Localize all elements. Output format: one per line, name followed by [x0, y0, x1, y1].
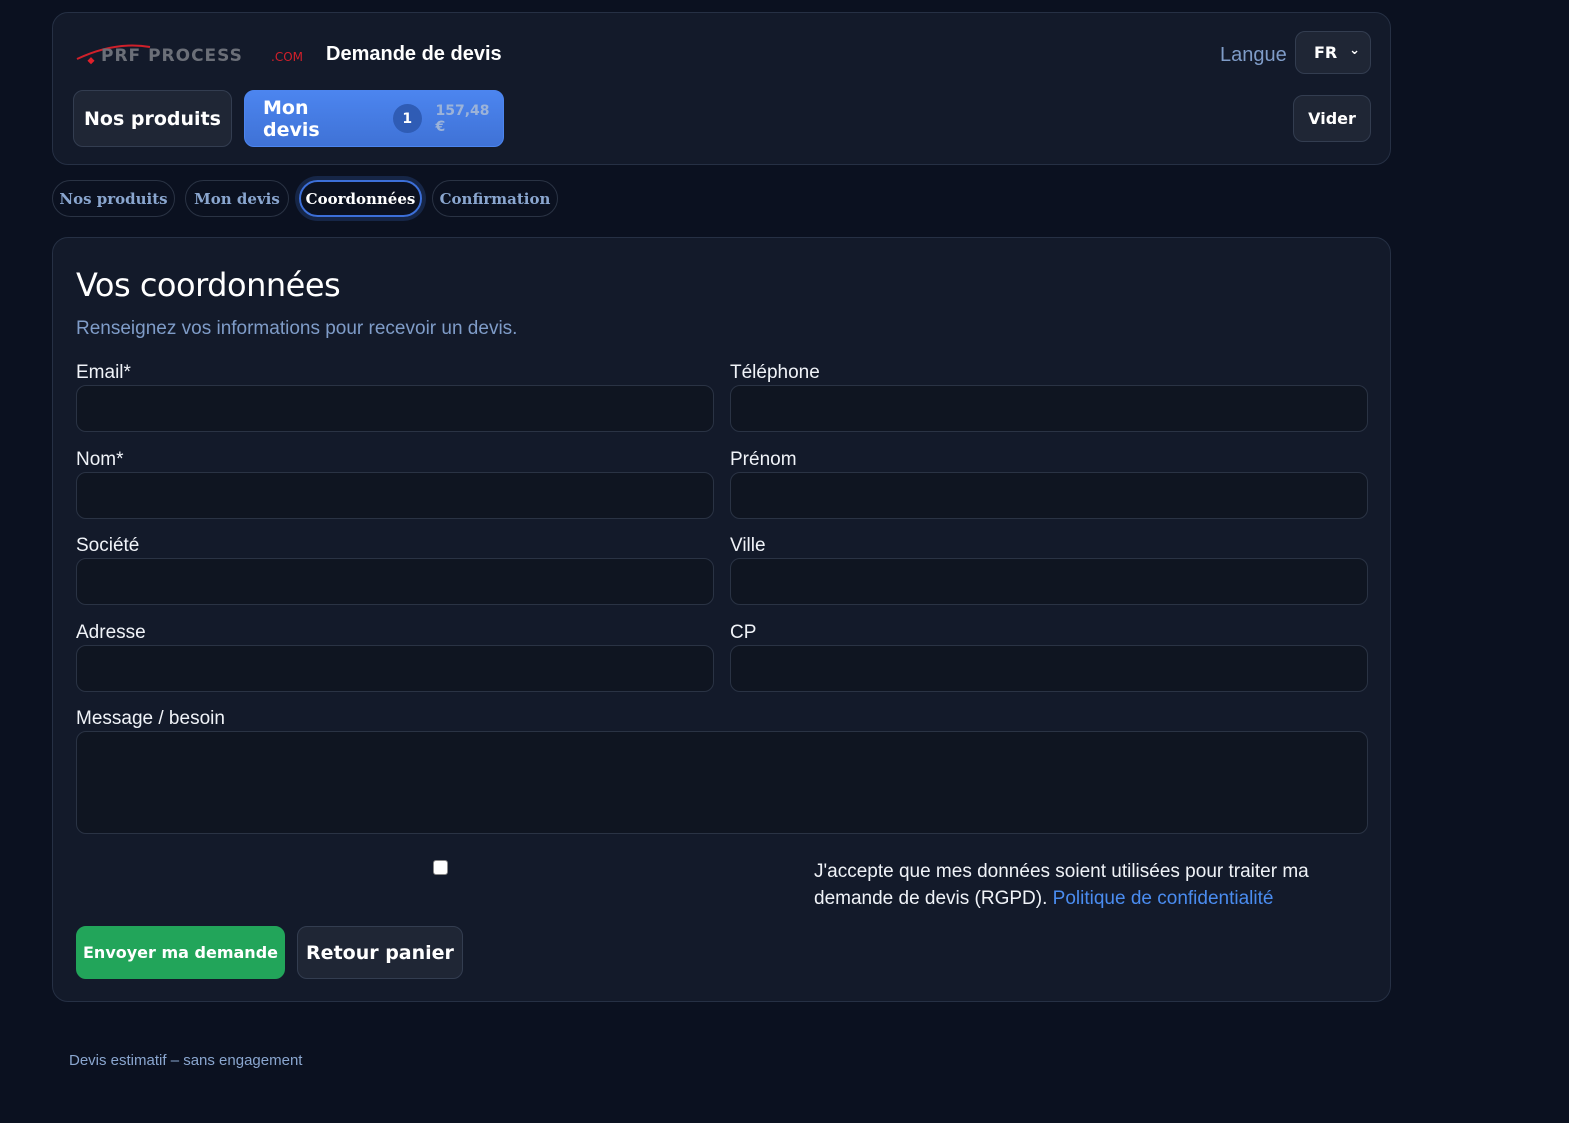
privacy-policy-link[interactable]: Politique de confidentialité — [1053, 888, 1274, 909]
postcode-label: CP — [730, 622, 757, 643]
language-select[interactable]: FR ⌄ — [1295, 31, 1371, 74]
step-products[interactable]: Nos produits — [52, 180, 175, 217]
lastname-field[interactable] — [76, 472, 714, 519]
phone-label: Téléphone — [730, 362, 820, 383]
my-quote-label: Mon devis — [263, 96, 320, 141]
lastname-label: Nom* — [76, 449, 124, 470]
email-field[interactable] — [76, 385, 714, 432]
consent-text: J'accepte que mes données soient utilisé… — [814, 858, 1354, 912]
firstname-field[interactable] — [730, 472, 1368, 519]
quote-total: 157,48 € — [435, 102, 490, 135]
address-field[interactable] — [76, 645, 714, 692]
message-label: Message / besoin — [76, 708, 225, 729]
city-field[interactable] — [730, 558, 1368, 605]
step-contact[interactable]: Coordonnées — [299, 180, 422, 217]
step-label: Coordonnées — [305, 189, 416, 208]
contact-form-card: Vos coordonnées Renseignez vos informati… — [52, 237, 1391, 1002]
submit-label: Envoyer ma demande — [83, 943, 278, 962]
language-value: FR — [1314, 43, 1338, 62]
form-subtitle: Renseignez vos informations pour recevoi… — [76, 318, 518, 339]
products-label: Nos produits — [84, 107, 221, 130]
step-label: Confirmation — [439, 189, 551, 208]
svg-text:PRF PROCESS: PRF PROCESS — [101, 46, 243, 66]
address-label: Adresse — [76, 622, 146, 643]
my-quote-button[interactable]: Mon devis 1 157,48 € — [244, 90, 504, 147]
company-label: Société — [76, 535, 140, 556]
back-label: Retour panier — [306, 941, 454, 964]
phone-field[interactable] — [730, 385, 1368, 432]
submit-button[interactable]: Envoyer ma demande — [76, 926, 285, 979]
chevron-down-icon: ⌄ — [1349, 43, 1360, 58]
firstname-label: Prénom — [730, 449, 797, 470]
footer-note: Devis estimatif – sans engagement — [69, 1052, 303, 1069]
form-title: Vos coordonnées — [76, 266, 341, 304]
prf-process-logo[interactable]: PRF PROCESS .COM — [75, 41, 315, 67]
back-to-cart-button[interactable]: Retour panier — [297, 926, 463, 979]
clear-button[interactable]: Vider — [1293, 95, 1371, 142]
step-quote[interactable]: Mon devis — [185, 180, 289, 217]
step-label: Mon devis — [194, 189, 280, 208]
step-label: Nos produits — [59, 189, 168, 208]
header-card: PRF PROCESS .COM Demande de devis Langue… — [52, 12, 1391, 165]
company-field[interactable] — [76, 558, 714, 605]
quote-count-badge: 1 — [392, 104, 422, 133]
language-label: Langue — [1220, 44, 1287, 66]
message-textarea[interactable] — [76, 731, 1368, 834]
postcode-field[interactable] — [730, 645, 1368, 692]
consent-checkbox[interactable] — [433, 860, 448, 875]
step-confirmation[interactable]: Confirmation — [432, 180, 558, 217]
clear-label: Vider — [1308, 109, 1356, 128]
email-label: Email* — [76, 362, 131, 383]
page-title: Demande de devis — [326, 43, 502, 65]
city-label: Ville — [730, 535, 766, 556]
products-button[interactable]: Nos produits — [73, 90, 232, 147]
svg-text:.COM: .COM — [271, 50, 303, 64]
